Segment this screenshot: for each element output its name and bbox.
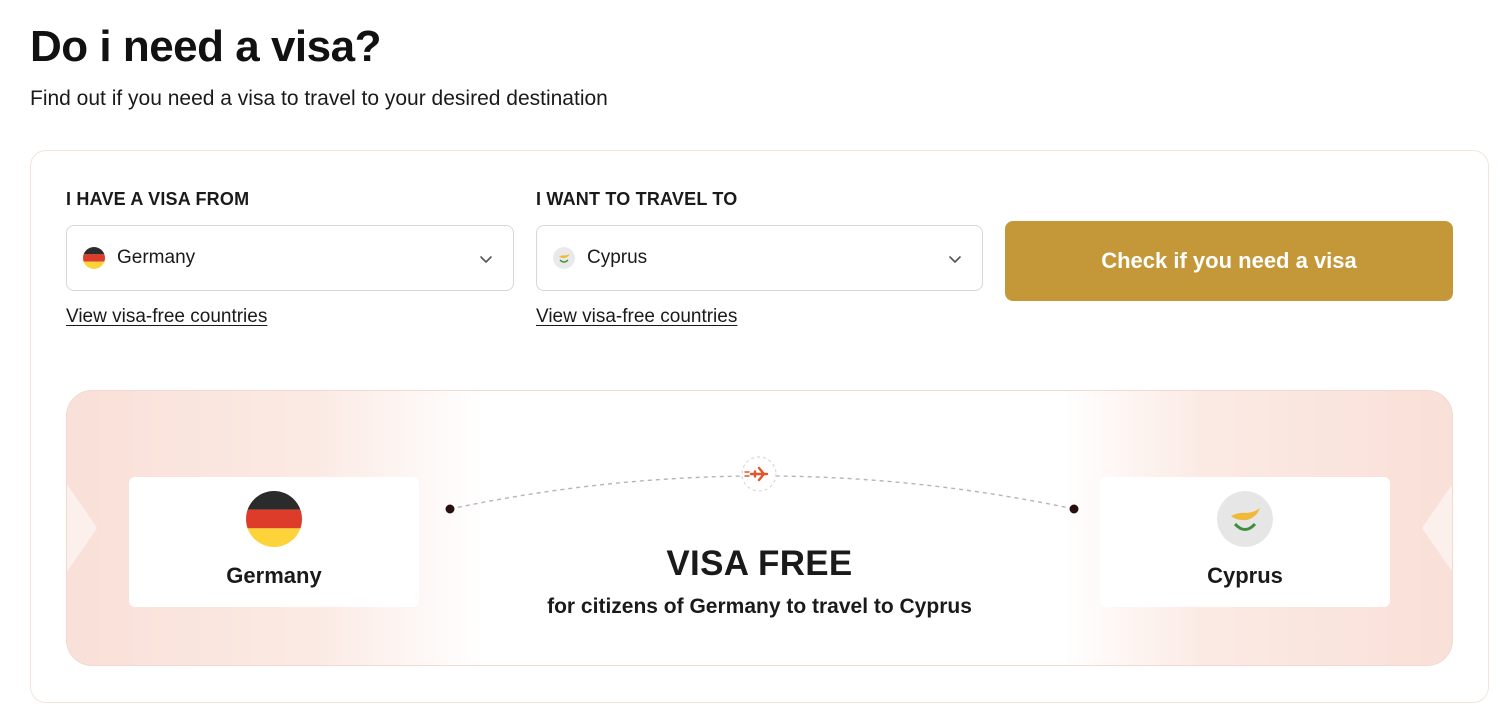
check-visa-button[interactable]: Check if you need a visa [1005,221,1453,301]
cyprus-flag-icon [553,247,575,269]
page-subtitle: Find out if you need a visa to travel to… [30,87,608,110]
page-title: Do i need a visa? [30,22,381,71]
flight-route [444,456,1080,515]
from-country-select[interactable]: Germany [66,225,514,291]
visa-result-panel: Germany VISA FREE for citizens of German… [66,390,1453,666]
chevron-down-icon [480,256,492,263]
origin-point [444,503,456,515]
destination-country-name: Cyprus [1207,563,1283,588]
to-label: I WANT TO TRAVEL TO [536,189,738,209]
cyprus-flag-icon [1217,491,1273,547]
to-visa-free-link[interactable]: View visa-free countries [536,306,737,328]
germany-flag-icon [246,491,302,547]
destination-country-card: Cyprus [1100,477,1390,607]
from-country-value: Germany [117,247,196,268]
chevron-down-icon [949,256,961,263]
destination-point [1068,503,1080,515]
from-label: I HAVE A VISA FROM [66,189,250,209]
to-country-value: Cyprus [587,247,648,268]
airplane-icon [741,456,777,492]
origin-country-card: Germany [129,477,419,607]
to-country-select[interactable]: Cyprus [536,225,983,291]
visa-checker-card: I HAVE A VISA FROM Germany View visa-fre… [30,150,1489,703]
germany-flag-icon [83,247,105,269]
from-visa-free-link[interactable]: View visa-free countries [66,306,267,328]
